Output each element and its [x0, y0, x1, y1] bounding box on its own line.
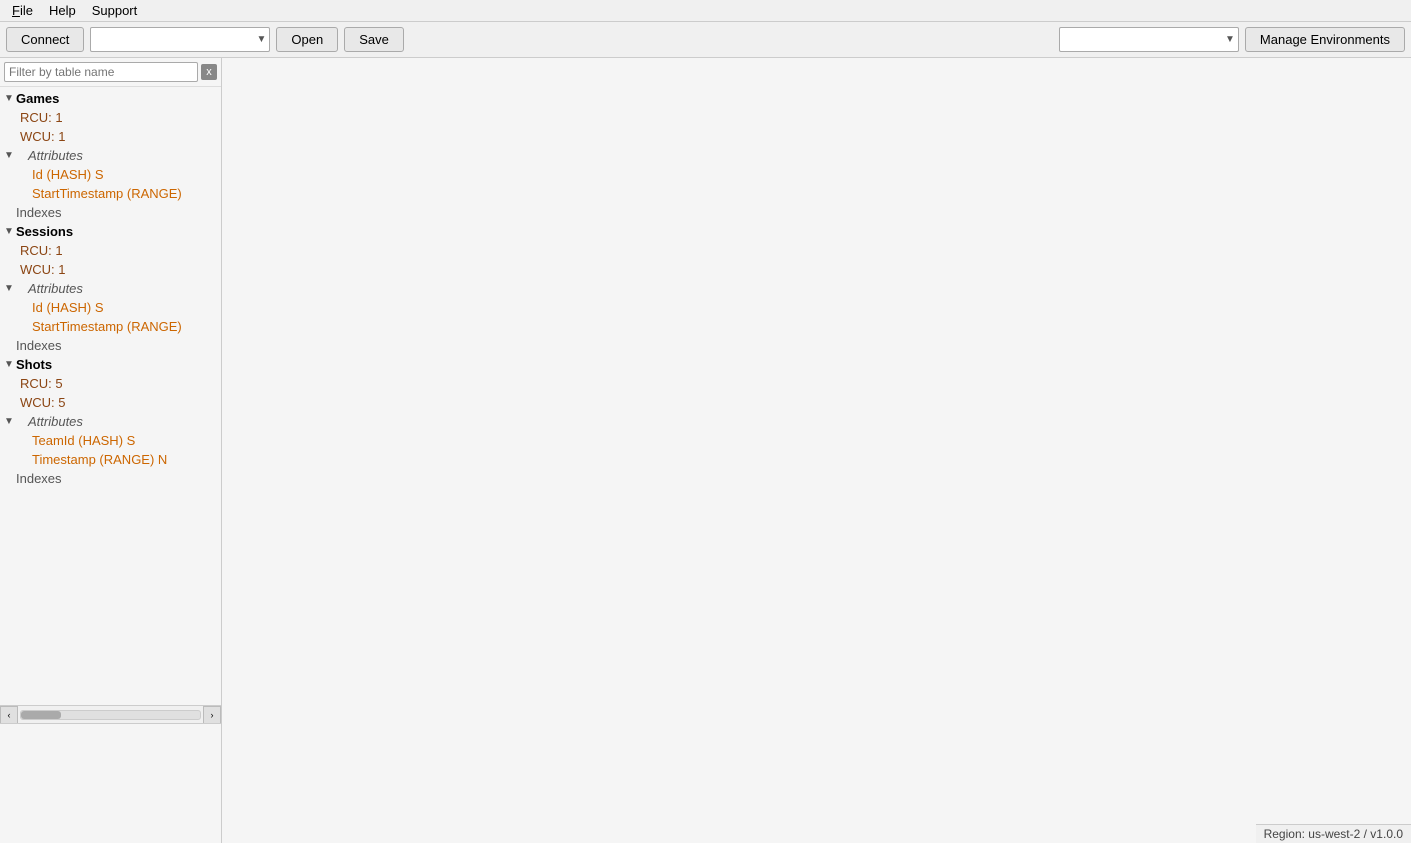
- games-attr-id-label: Id (HASH) S: [4, 167, 104, 182]
- games-indexes-label: Indexes: [4, 205, 62, 220]
- menu-file[interactable]: File: [4, 1, 41, 20]
- table-row-shots[interactable]: ▼ Shots: [0, 355, 221, 374]
- sessions-wcu: WCU: 1: [0, 260, 221, 279]
- shots-indexes-row[interactable]: Indexes: [0, 469, 221, 488]
- table-label-sessions: Sessions: [16, 224, 73, 239]
- main-layout: x ▼ Games RCU: 1 WCU: 1 ▼ Attributes: [0, 58, 1411, 843]
- status-region-text: Region: us-west-2 / v1.0.0: [1264, 827, 1403, 841]
- toggle-shots-icon: ▼: [4, 359, 14, 370]
- menu-support[interactable]: Support: [84, 1, 146, 20]
- games-attr-id: Id (HASH) S: [0, 165, 221, 184]
- hscroll-track[interactable]: [20, 710, 201, 720]
- shots-indexes-label: Indexes: [4, 471, 62, 486]
- toggle-games-icon: ▼: [4, 93, 14, 104]
- toggle-sessions-attributes-icon: ▼: [4, 283, 14, 294]
- hscroll-left-button[interactable]: ‹: [0, 706, 18, 724]
- filter-clear-button[interactable]: x: [201, 64, 217, 80]
- sessions-attributes-row[interactable]: ▼ Attributes: [0, 279, 221, 298]
- games-wcu-label: WCU: 1: [4, 129, 66, 144]
- sessions-rcu-label: RCU: 1: [4, 243, 63, 258]
- table-label-shots: Shots: [16, 357, 52, 372]
- sessions-wcu-label: WCU: 1: [4, 262, 66, 277]
- shots-attributes-row[interactable]: ▼ Attributes: [0, 412, 221, 431]
- games-indexes-row[interactable]: Indexes: [0, 203, 221, 222]
- sessions-attr-id-label: Id (HASH) S: [4, 300, 104, 315]
- sessions-attr-start-timestamp: StartTimestamp (RANGE): [0, 317, 221, 336]
- connect-button[interactable]: Connect: [6, 27, 84, 52]
- manage-environments-button[interactable]: Manage Environments: [1245, 27, 1405, 52]
- games-attr-start-timestamp-label: StartTimestamp (RANGE): [4, 186, 182, 201]
- left-dropdown-container: ▼: [90, 27, 270, 52]
- shots-rcu-label: RCU: 5: [4, 376, 63, 391]
- games-rcu: RCU: 1: [0, 108, 221, 127]
- right-dropdown-container: ▼: [1059, 27, 1239, 52]
- sessions-attr-id: Id (HASH) S: [0, 298, 221, 317]
- games-attributes-label: Attributes: [16, 148, 83, 163]
- shots-attr-timestamp-label: Timestamp (RANGE) N: [4, 452, 167, 467]
- table-label-games: Games: [16, 91, 59, 106]
- table-row-games[interactable]: ▼ Games: [0, 89, 221, 108]
- shots-wcu: WCU: 5: [0, 393, 221, 412]
- shots-rcu: RCU: 5: [0, 374, 221, 393]
- shots-attr-timestamp: Timestamp (RANGE) N: [0, 450, 221, 469]
- games-attr-start-timestamp: StartTimestamp (RANGE): [0, 184, 221, 203]
- games-wcu: WCU: 1: [0, 127, 221, 146]
- left-dropdown[interactable]: [90, 27, 270, 52]
- sessions-indexes-label: Indexes: [4, 338, 62, 353]
- games-attributes-row[interactable]: ▼ Attributes: [0, 146, 221, 165]
- sessions-attributes-label: Attributes: [16, 281, 83, 296]
- games-rcu-label: RCU: 1: [4, 110, 63, 125]
- status-bar: Region: us-west-2 / v1.0.0: [1256, 824, 1411, 843]
- shots-attributes-label: Attributes: [16, 414, 83, 429]
- sidebar-tree: ▼ Games RCU: 1 WCU: 1 ▼ Attributes Id (H…: [0, 87, 221, 705]
- menu-help[interactable]: Help: [41, 1, 84, 20]
- open-button[interactable]: Open: [276, 27, 338, 52]
- toolbar: Connect ▼ Open Save ▼ Manage Environment…: [0, 22, 1411, 58]
- filter-input[interactable]: [4, 62, 198, 82]
- hscroll-right-button[interactable]: ›: [203, 706, 221, 724]
- toggle-sessions-icon: ▼: [4, 226, 14, 237]
- horizontal-scrollbar: ‹ ›: [0, 705, 221, 723]
- toggle-games-attributes-icon: ▼: [4, 150, 14, 161]
- sidebar-bottom-panel: [0, 723, 221, 843]
- shots-wcu-label: WCU: 5: [4, 395, 66, 410]
- menu-bar: File Help Support: [0, 0, 1411, 22]
- save-button[interactable]: Save: [344, 27, 404, 52]
- right-dropdown[interactable]: [1059, 27, 1239, 52]
- tree: ▼ Games RCU: 1 WCU: 1 ▼ Attributes Id (H…: [0, 87, 221, 490]
- filter-row: x: [0, 58, 221, 87]
- sidebar: x ▼ Games RCU: 1 WCU: 1 ▼ Attributes: [0, 58, 222, 843]
- table-row-sessions[interactable]: ▼ Sessions: [0, 222, 221, 241]
- sessions-rcu: RCU: 1: [0, 241, 221, 260]
- sessions-indexes-row[interactable]: Indexes: [0, 336, 221, 355]
- hscroll-thumb: [21, 711, 61, 719]
- shots-attr-teamid: TeamId (HASH) S: [0, 431, 221, 450]
- shots-attr-teamid-label: TeamId (HASH) S: [4, 433, 135, 448]
- content-area: [222, 58, 1411, 843]
- sessions-attr-start-timestamp-label: StartTimestamp (RANGE): [4, 319, 182, 334]
- toggle-shots-attributes-icon: ▼: [4, 416, 14, 427]
